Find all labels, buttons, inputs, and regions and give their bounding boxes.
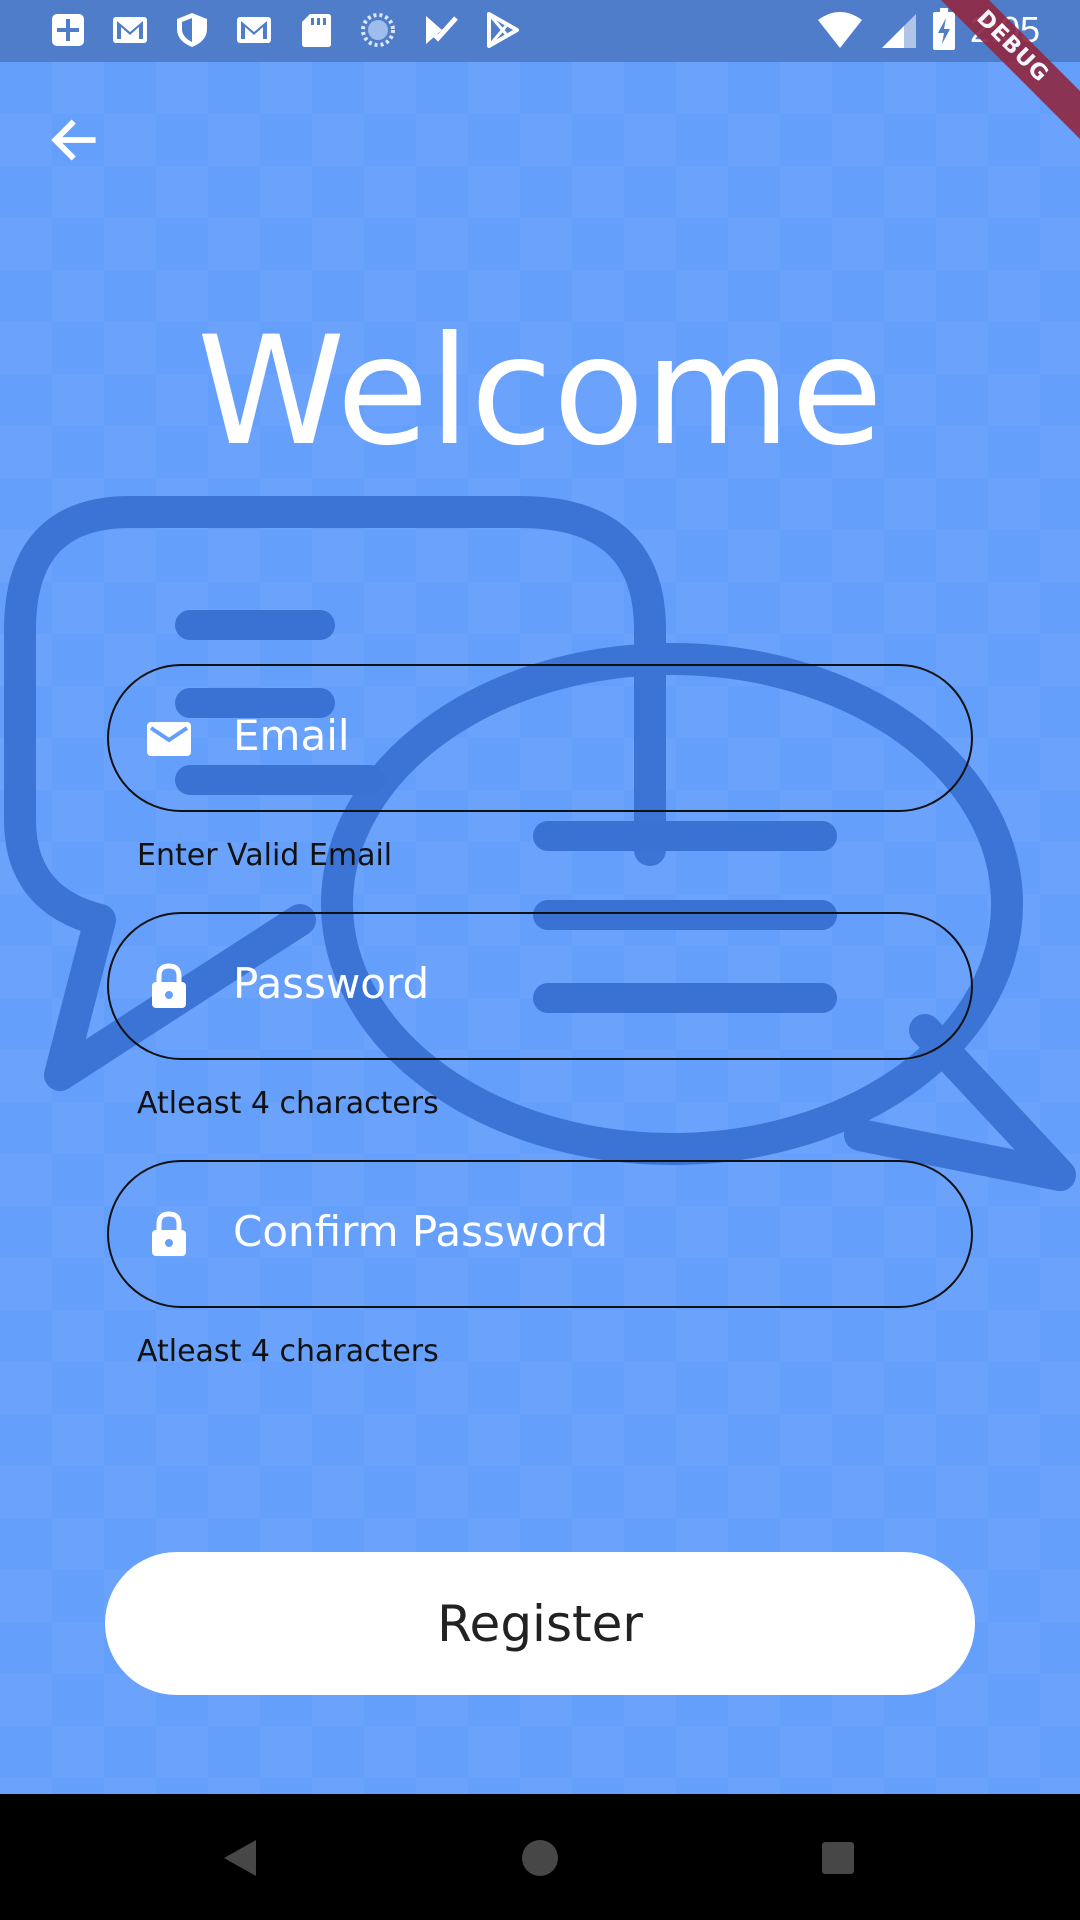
status-bar: 2:05 [0,0,1080,62]
lock-icon [152,963,186,1008]
page-title: Welcome [196,305,884,479]
password-field[interactable]: Password [107,912,973,1060]
sd-card-icon [302,14,331,47]
wifi-icon [817,12,862,48]
back-button[interactable] [46,112,102,168]
gmail-icon [113,17,147,43]
battery-charging-icon [932,8,955,50]
gmail-icon [237,17,271,43]
home-circle-icon[interactable] [516,1834,564,1882]
confirm-password-field[interactable]: Confirm Password [107,1160,973,1308]
shield-icon [177,13,207,47]
arrow-back-icon [51,119,96,161]
email-icon [147,722,191,756]
notification-icons [48,10,522,50]
navigation-bar [0,1794,1080,1920]
register-button[interactable]: Register [105,1552,975,1695]
register-screen: 2:05 DEBUG Welcome Email Enter Valid Ema… [0,0,1080,1920]
signal-icon [881,14,916,48]
password-helper-text: Atleast 4 characters [137,1086,439,1121]
play-store-icon [487,12,519,48]
password-placeholder: Password [233,959,430,1008]
recents-square-icon[interactable] [814,1834,862,1882]
todo-check-icon [426,16,458,44]
back-triangle-icon[interactable] [216,1834,264,1882]
email-helper-text: Enter Valid Email [137,838,393,873]
sync-circle-icon [361,13,395,47]
confirm-password-helper-text: Atleast 4 characters [137,1334,439,1369]
plus-box-icon [52,14,84,46]
email-field[interactable]: Email [107,664,973,812]
email-placeholder: Email [233,711,350,760]
lock-icon [152,1211,186,1256]
confirm-password-placeholder: Confirm Password [233,1207,609,1256]
